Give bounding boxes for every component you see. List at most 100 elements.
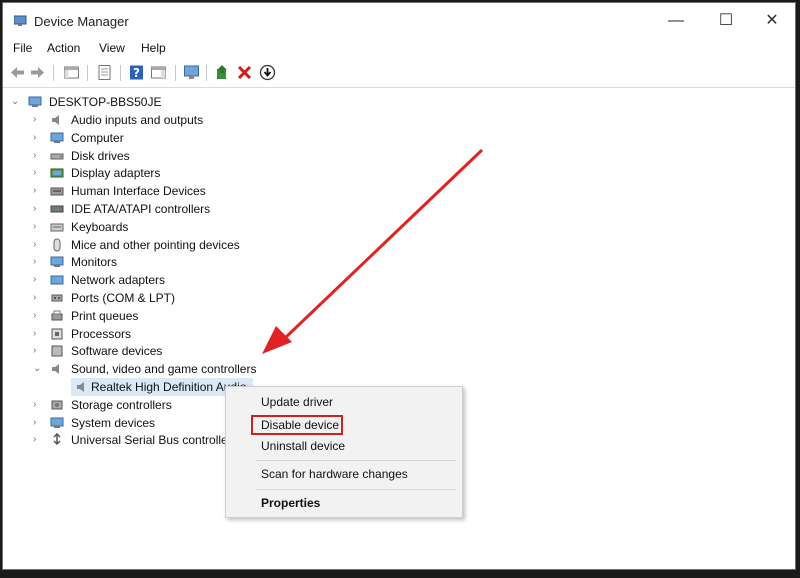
tree-item-label: Display adapters <box>71 166 161 181</box>
disable-device-download-icon[interactable] <box>259 64 276 81</box>
monitor-icon <box>50 256 64 268</box>
properties-sheet-icon[interactable] <box>96 64 113 81</box>
toolbar-separator <box>206 65 207 81</box>
tree-category-item[interactable]: › Print queues <box>33 307 293 325</box>
uninstall-red-x-icon[interactable] <box>236 64 253 81</box>
scan-hardware-menu-item[interactable]: Scan for hardware changes <box>261 467 408 481</box>
disable-device-menu-item[interactable]: Disable device <box>261 418 339 432</box>
close-button[interactable]: ✕ <box>749 9 795 33</box>
port-icon <box>51 294 63 302</box>
menu-action[interactable]: Action <box>47 41 80 55</box>
tree-category-item[interactable]: › Audio inputs and outputs <box>33 111 293 129</box>
hid-icon <box>50 187 64 196</box>
keyboard-icon <box>50 223 64 232</box>
chevron-right-icon[interactable]: › <box>33 274 43 286</box>
help-icon[interactable]: ? <box>128 64 145 81</box>
software-icon <box>51 345 63 357</box>
scan-hardware-monitor-icon[interactable] <box>183 64 200 81</box>
toolbar: ? <box>3 61 795 85</box>
tree-category-item[interactable]: › Display adapters <box>33 164 293 182</box>
tree-item-label: Network adapters <box>71 273 166 288</box>
tree-category-item[interactable]: › Disk drives <box>33 147 293 165</box>
device-manager-window: Device Manager — ☐ ✕ File Action View He… <box>2 2 796 570</box>
title-bar: Device Manager — ☐ ✕ <box>3 3 795 39</box>
chevron-right-icon[interactable]: › <box>33 399 43 411</box>
chevron-right-icon[interactable]: › <box>33 114 43 126</box>
minimize-button[interactable]: — <box>653 9 699 33</box>
chevron-right-icon[interactable]: › <box>33 345 43 357</box>
chevron-right-icon[interactable]: › <box>33 221 43 233</box>
properties-menu-item[interactable]: Properties <box>261 496 320 510</box>
speaker-icon <box>52 115 59 125</box>
menu-help[interactable]: Help <box>141 41 166 55</box>
tree-category-item[interactable]: › Keyboards <box>33 218 293 236</box>
tree-item-label: Mice and other pointing devices <box>71 237 240 252</box>
menu-bar: File Action View Help <box>3 39 795 59</box>
chevron-right-icon[interactable]: › <box>33 256 43 268</box>
tree-item-label: Sound, video and game controllers <box>71 362 257 377</box>
speaker-icon <box>52 364 59 375</box>
tree-item-label: Ports (COM & LPT) <box>71 291 176 305</box>
tree-item-label: Monitors <box>71 255 118 270</box>
speaker-icon <box>77 382 84 392</box>
chevron-right-icon[interactable]: › <box>33 434 43 446</box>
tree-item-label: Computer <box>71 130 124 145</box>
window-title: Device Manager <box>34 14 129 29</box>
tree-category-item[interactable]: › Human Interface Devices <box>33 182 293 200</box>
chevron-right-icon[interactable]: › <box>33 328 43 340</box>
tree-item-label: Storage controllers <box>71 397 172 412</box>
menu-view[interactable]: View <box>99 41 125 55</box>
tree-category-item[interactable]: › Computer <box>33 129 293 147</box>
tree-item-label: Realtek High Definition Audio <box>91 380 247 394</box>
chevron-right-icon[interactable]: › <box>33 150 43 162</box>
tree-item-label: Processors <box>71 326 132 341</box>
toolbar-separator <box>120 65 121 81</box>
tree-category-item[interactable]: › Network adapters <box>33 271 293 289</box>
tree-item-label: Keyboards <box>71 219 129 234</box>
show-hide-console-tree-icon[interactable] <box>63 64 80 81</box>
chevron-right-icon[interactable]: › <box>33 310 43 322</box>
chevron-down-icon[interactable]: ⌄ <box>11 96 21 108</box>
tree-category-item[interactable]: › Ports (COM & LPT) <box>33 289 293 307</box>
tree-category-item[interactable]: › Monitors <box>33 253 293 271</box>
back-arrow-icon[interactable] <box>9 64 26 81</box>
chevron-right-icon[interactable]: › <box>33 167 43 179</box>
forward-arrow-icon[interactable] <box>29 64 46 81</box>
tree-item-label: IDE ATA/ATAPI controllers <box>71 202 211 216</box>
printer-icon <box>51 310 63 321</box>
computer-icon <box>28 96 42 107</box>
chevron-right-icon[interactable]: › <box>33 239 43 251</box>
update-driver-icon[interactable] <box>214 64 231 81</box>
tree-category-item[interactable]: › IDE ATA/ATAPI controllers <box>33 200 293 218</box>
update-driver-menu-item[interactable]: Update driver <box>261 395 333 409</box>
tree-item-label: Print queues <box>71 308 139 323</box>
uninstall-device-menu-item[interactable]: Uninstall device <box>261 439 345 453</box>
chevron-down-icon[interactable]: ⌄ <box>33 363 43 375</box>
usb-icon <box>53 433 61 446</box>
tree-item-label: Software devices <box>71 344 163 359</box>
menu-separator <box>256 460 456 461</box>
chevron-right-icon[interactable]: › <box>33 417 43 429</box>
toolbar-separator <box>53 65 54 81</box>
toolbar-separator <box>87 65 88 81</box>
action-pane-icon[interactable] <box>150 64 167 81</box>
chevron-right-icon[interactable]: › <box>33 203 43 215</box>
tree-category-item[interactable]: › Processors <box>33 325 293 343</box>
tree-item-label: Universal Serial Bus controlle <box>71 433 228 448</box>
chevron-right-icon[interactable]: › <box>33 185 43 197</box>
maximize-button[interactable]: ☐ <box>703 9 749 33</box>
tree-root[interactable]: ⌄ DESKTOP-BBS50JE <box>11 93 211 111</box>
disk-icon <box>50 153 64 160</box>
tree-item-label: Disk drives <box>71 148 130 163</box>
menu-file[interactable]: File <box>13 41 32 55</box>
tree-item-label: Human Interface Devices <box>71 184 206 199</box>
tree-item-label: System devices <box>71 415 156 430</box>
tree-category-item[interactable]: › Software devices <box>33 342 293 360</box>
tree-category-item[interactable]: ⌄ Sound, video and game controllers <box>33 360 293 378</box>
chevron-right-icon[interactable]: › <box>33 292 43 304</box>
monitor-icon <box>50 132 64 143</box>
ide-icon <box>50 205 64 213</box>
tree-category-item[interactable]: › Mice and other pointing devices <box>33 236 293 254</box>
context-menu: Update driver Disable device Uninstall d… <box>225 386 463 518</box>
chevron-right-icon[interactable]: › <box>33 132 43 144</box>
